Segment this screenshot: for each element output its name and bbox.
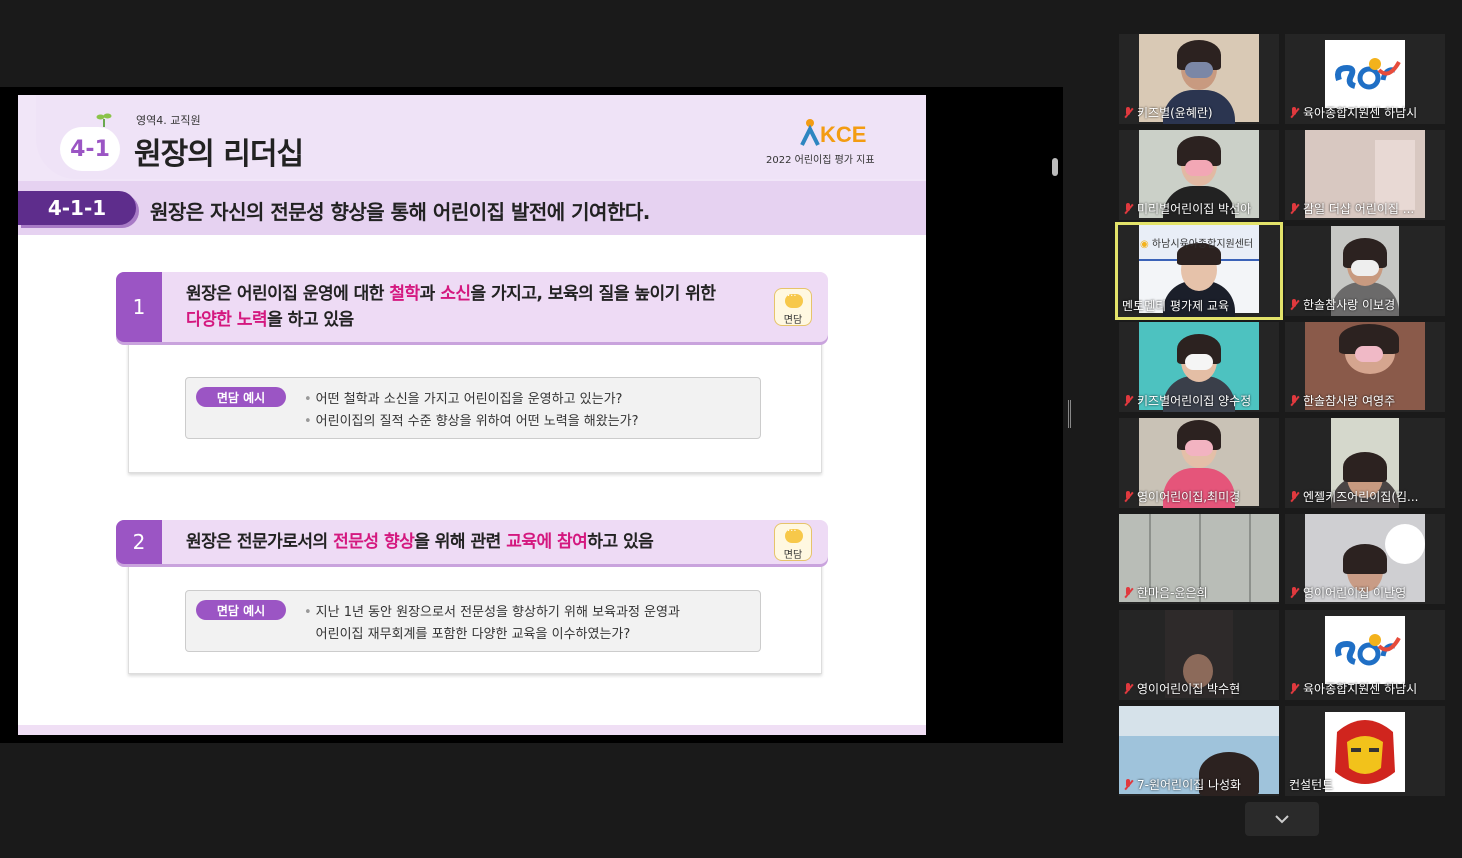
example-box-2: 면담 예시 • 지난 1년 동안 원장으로서 전문성을 향상하기 위해 보육과정 … xyxy=(185,590,761,652)
participant-tile[interactable]: 한마음-윤은희 xyxy=(1119,514,1279,604)
participant-tile[interactable]: 육아종합지원센 하남시 xyxy=(1285,610,1445,700)
mic-muted-icon xyxy=(1289,202,1299,215)
participant-tile[interactable]: 컨설턴트 xyxy=(1285,706,1445,796)
panel-splitter-handle[interactable] xyxy=(1068,400,1071,428)
participant-name: 육아종합지원센 하남시 xyxy=(1289,680,1417,697)
participant-name: 영이어린이집 이난영 xyxy=(1289,584,1406,601)
participant-name: 영이어린이집,최미경 xyxy=(1123,488,1240,505)
participant-tile[interactable]: 키즈별(윤혜란) xyxy=(1119,34,1279,124)
participant-name: 멘토멘티 평가제 교육 xyxy=(1122,299,1229,313)
participant-tile[interactable]: 한솔참사랑 여영주 xyxy=(1285,322,1445,412)
sub-indicator-code: 4-1-1 xyxy=(18,191,136,225)
example-line: • 지난 1년 동안 원장으로서 전문성을 향상하기 위해 보육과정 운영과 xyxy=(304,605,680,620)
item-number: 1 xyxy=(116,272,162,342)
center-banner: ◉ 하남시육아종합지원센터 xyxy=(1140,239,1254,250)
participant-name: 미리별어린이집 박선아 xyxy=(1123,200,1251,217)
example-line: • 어린이집의 질적 수준 향상을 위하여 어떤 노력을 해왔는가? xyxy=(304,414,639,429)
participant-tile[interactable]: 감일 더샵 어린이집 ... xyxy=(1285,130,1445,220)
example-line: •어린이집 재무회계를 포함한 다양한 교육을 이수하였는가? xyxy=(315,627,631,642)
participant-name: 한솔참사랑 여영주 xyxy=(1289,392,1395,409)
mic-muted-icon xyxy=(1123,202,1133,215)
mic-muted-icon xyxy=(1289,490,1299,503)
participant-tile[interactable]: 키즈별어린이집 양수정 xyxy=(1119,322,1279,412)
gallery-next-page-button[interactable] xyxy=(1245,802,1319,836)
sprout-icon xyxy=(96,113,112,127)
example-tag: 면담 예시 xyxy=(196,387,286,407)
item-text: 원장은 어린이집 운영에 대한 철학과 소신을 가지고, 보육의 질을 높이기 … xyxy=(186,284,716,330)
mic-muted-icon xyxy=(1123,394,1133,407)
kce-logo: KCE xyxy=(800,119,866,147)
mic-muted-icon xyxy=(1289,298,1299,311)
participant-tile[interactable]: 육아종합지원센 하남시 xyxy=(1285,34,1445,124)
example-box-1: 면담 예시 • 어떤 철학과 소신을 가지고 어린이집을 운영하고 있는가? • 어… xyxy=(185,377,761,439)
mic-muted-icon xyxy=(1123,586,1133,599)
shared-screen: 4-1 영역4. 교직원 원장의 리더십 KCE 2022 어린이집 평가 지표… xyxy=(0,87,1063,743)
mic-muted-icon xyxy=(1123,778,1133,791)
logo-subtitle: 2022 어린이집 평가 지표 xyxy=(766,155,875,166)
kce-logo-text: KCE xyxy=(820,122,866,147)
presentation-slide: 4-1 영역4. 교직원 원장의 리더십 KCE 2022 어린이집 평가 지표… xyxy=(18,95,926,735)
share-scrollbar[interactable] xyxy=(1052,158,1058,176)
mic-muted-icon xyxy=(1123,682,1133,695)
participant-tile[interactable]: 미리별어린이집 박선아 xyxy=(1119,130,1279,220)
ironman-avatar-icon xyxy=(1325,712,1405,792)
participant-tile[interactable]: 7-원어린이집 나성화 xyxy=(1119,706,1279,796)
mic-muted-icon xyxy=(1123,490,1133,503)
example-tag: 면담 예시 xyxy=(196,600,286,620)
participant-name: 한마음-윤은희 xyxy=(1123,584,1208,601)
participant-name: 키즈별(윤혜란) xyxy=(1123,104,1213,121)
item-text: 원장은 전문가로서의 전문성 향상을 위해 관련 교육에 참여하고 있음 xyxy=(186,532,654,552)
chevron-down-icon xyxy=(1275,815,1289,824)
participant-tile[interactable]: 엔젤키즈어린이집(김... xyxy=(1285,418,1445,508)
example-line: • 어떤 철학과 소신을 가지고 어린이집을 운영하고 있는가? xyxy=(304,392,623,407)
mic-muted-icon xyxy=(1289,106,1299,119)
participant-name: 컨설턴트 xyxy=(1289,778,1334,792)
section-badge: 4-1 xyxy=(60,127,120,171)
participant-tile[interactable]: 영이어린이집 박수현 xyxy=(1119,610,1279,700)
mic-muted-icon xyxy=(1289,394,1299,407)
participant-name: 육아종합지원센 하남시 xyxy=(1289,104,1417,121)
mic-muted-icon xyxy=(1289,586,1299,599)
area-label: 영역4. 교직원 xyxy=(136,114,201,127)
item-card-1: 면담 예시 • 어떤 철학과 소신을 가지고 어린이집을 운영하고 있는가? • 어… xyxy=(128,335,822,473)
chat-bubble-icon xyxy=(785,526,803,543)
childcare-center-logo xyxy=(1325,40,1405,108)
item-head-1: 1 원장은 어린이집 운영에 대한 철학과 소신을 가지고, 보육의 질을 높이… xyxy=(116,272,828,342)
participant-name: 영이어린이집 박수현 xyxy=(1123,680,1240,697)
item-head-2: 2 원장은 전문가로서의 전문성 향상을 위해 관련 교육에 참여하고 있음 면… xyxy=(116,520,828,564)
participant-tile[interactable]: 영이어린이집 이난영 xyxy=(1285,514,1445,604)
participant-tile[interactable]: 한솔참사랑 이보경 xyxy=(1285,226,1445,316)
interview-button[interactable]: 면담 xyxy=(774,523,812,561)
participant-name: 7-원어린이집 나성화 xyxy=(1123,776,1241,793)
participant-name: 엔젤키즈어린이집(김... xyxy=(1289,488,1419,505)
slide-title: 원장의 리더십 xyxy=(134,137,304,172)
interview-button[interactable]: 면담 xyxy=(774,288,812,326)
item-card-2: 면담 예시 • 지난 1년 동안 원장으로서 전문성을 향상하기 위해 보육과정 … xyxy=(128,560,822,674)
participant-name: 한솔참사랑 이보경 xyxy=(1289,296,1395,313)
item-number: 2 xyxy=(116,520,162,564)
sub-indicator-text: 원장은 자신의 전문성 향상을 통해 어린이집 발전에 기여한다. xyxy=(150,200,650,224)
chat-bubble-icon xyxy=(785,291,803,308)
mic-muted-icon xyxy=(1289,682,1299,695)
participant-name: 감일 더샵 어린이집 ... xyxy=(1289,200,1414,217)
slide-footer-band xyxy=(18,725,926,735)
participant-name: 키즈별어린이집 양수정 xyxy=(1123,392,1251,409)
participant-tile[interactable]: 영이어린이집,최미경 xyxy=(1119,418,1279,508)
participant-tile-active-speaker[interactable]: ◉ 하남시육아종합지원센터 멘토멘티 평가제 교육 xyxy=(1115,222,1283,320)
childcare-center-logo xyxy=(1325,616,1405,684)
mic-muted-icon xyxy=(1123,106,1133,119)
